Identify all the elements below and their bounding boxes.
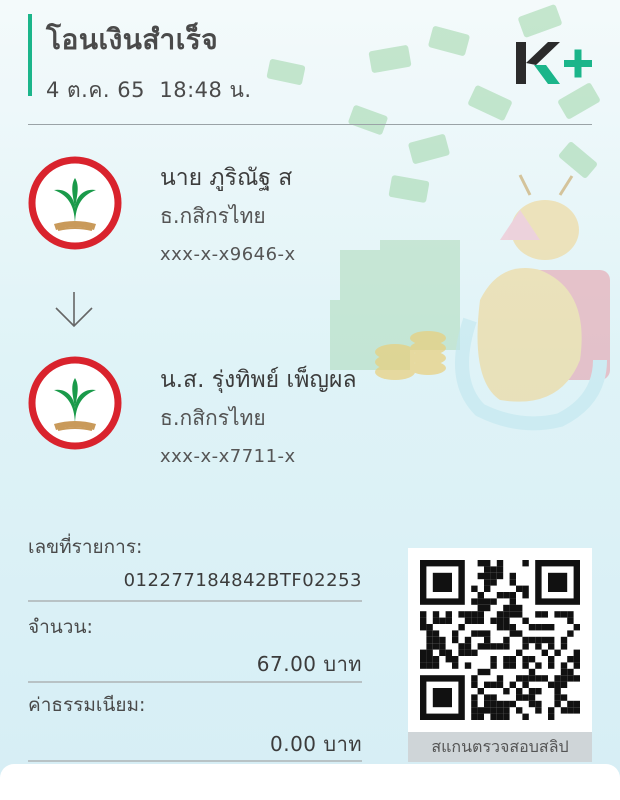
kasikorn-bank-icon: [28, 356, 122, 450]
receiver-account: xxx-x-x7711-x: [160, 446, 296, 467]
transfer-slip: โอนเงินสำเร็จ 4 ต.ค. 65 18:48 น. นาย ภูร…: [0, 0, 620, 800]
qr-code-icon: [420, 560, 580, 720]
bottom-panel: [0, 764, 620, 800]
qr-code-container[interactable]: [408, 548, 592, 732]
sender-account: xxx-x-x9646-x: [160, 244, 296, 265]
fee-label: ค่าธรรมเนียม:: [28, 694, 146, 716]
transaction-time: 18:48 น.: [159, 78, 252, 102]
page-title: โอนเงินสำเร็จ: [46, 23, 219, 56]
amount-label: จำนวน:: [28, 616, 93, 638]
header-section: โอนเงินสำเร็จ 4 ต.ค. 65 18:48 น.: [28, 14, 252, 102]
fee-divider: [28, 760, 362, 762]
amount-value: 67.00 บาท: [256, 652, 362, 676]
transaction-datetime: 4 ต.ค. 65 18:48 น.: [46, 74, 252, 107]
header-divider: [28, 124, 592, 125]
amount-divider: [28, 681, 362, 683]
sender-bank: ธ.กสิกรไทย: [160, 204, 266, 228]
arrow-down-icon: [55, 292, 93, 328]
kasikorn-bank-icon: [28, 156, 122, 250]
qr-caption: สแกนตรวจสอบสลิป: [408, 732, 592, 762]
fee-value: 0.00 บาท: [270, 732, 362, 756]
receiver-name: น.ส. รุ่งทิพย์ เพ็ญผล: [160, 367, 357, 393]
reference-label: เลขที่รายการ:: [28, 536, 143, 558]
receiver-bank: ธ.กสิกรไทย: [160, 406, 266, 430]
transaction-date: 4 ต.ค. 65: [46, 78, 145, 102]
reference-number: 012277184842BTF02253: [123, 570, 362, 591]
reference-divider: [28, 600, 362, 602]
kplus-logo-icon: [516, 42, 592, 84]
sender-name: นาย ภูริณัฐ ส: [160, 165, 293, 191]
